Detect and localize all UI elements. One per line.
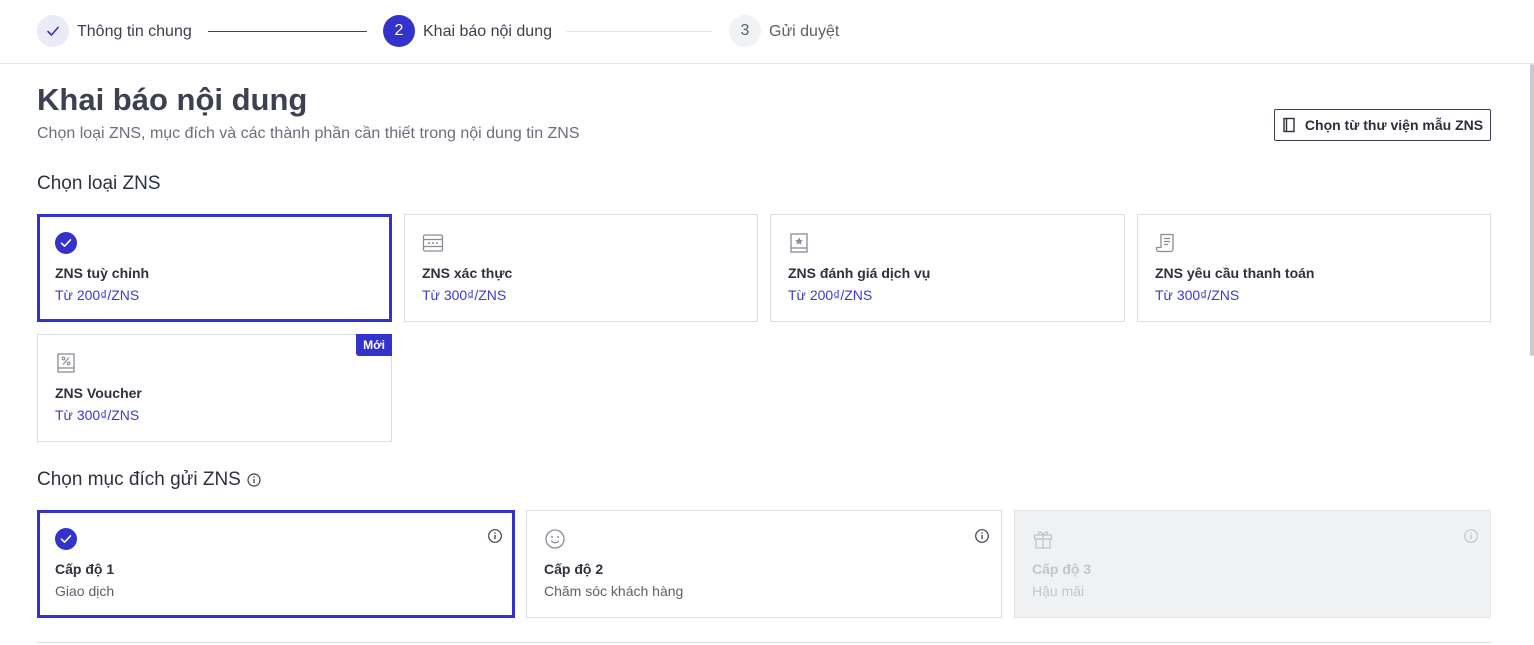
zns-type-section-title: Chọn loại ZNS bbox=[37, 173, 161, 194]
step-2-label[interactable]: Khai báo nội dung bbox=[423, 22, 552, 42]
info-icon[interactable] bbox=[974, 528, 990, 544]
purpose-section-title-text: Chọn mục đích gửi ZNS bbox=[37, 469, 241, 490]
card-subtitle: Giao dịch bbox=[55, 583, 115, 599]
card-price: Từ 200₫/ZNS bbox=[788, 287, 873, 303]
zns-type-card-rating[interactable]: ZNS đánh giá dịch vụ Từ 200₫/ZNS bbox=[770, 214, 1125, 322]
card-price: Từ 300₫/ZNS bbox=[1155, 287, 1240, 303]
zns-type-card-voucher[interactable]: ZNS Voucher Từ 300₫/ZNS Mới bbox=[37, 334, 392, 442]
section-divider bbox=[37, 642, 1491, 643]
info-icon[interactable] bbox=[487, 528, 503, 544]
smile-icon bbox=[545, 529, 565, 549]
card-title: ZNS tuỳ chỉnh bbox=[55, 265, 150, 281]
card-subtitle: Chăm sóc khách hàng bbox=[544, 583, 684, 599]
gift-icon bbox=[1033, 531, 1053, 549]
stepper: Thông tin chung 2 Khai báo nội dung 3 Gử… bbox=[0, 0, 1534, 64]
receipt-icon bbox=[1155, 233, 1174, 253]
voucher-icon bbox=[57, 353, 75, 373]
template-library-button-label: Chọn từ thư viện mẫu ZNS bbox=[1304, 117, 1484, 133]
card-title: Cấp độ 2 bbox=[544, 561, 604, 577]
step-2-number: 2 bbox=[394, 22, 404, 39]
vertical-scrollbar[interactable] bbox=[1530, 64, 1534, 356]
page-subtitle: Chọn loại ZNS, mục đích và các thành phầ… bbox=[37, 125, 580, 142]
zns-type-card-payment[interactable]: ZNS yêu cầu thanh toán Từ 300₫/ZNS bbox=[1137, 214, 1491, 322]
step-2-active-circle[interactable]: 2 bbox=[383, 15, 415, 47]
check-icon bbox=[55, 528, 77, 550]
star-rating-icon bbox=[790, 233, 808, 253]
page-title: Khai báo nội dung bbox=[37, 82, 308, 117]
check-icon bbox=[55, 232, 77, 254]
card-title: ZNS yêu cầu thanh toán bbox=[1155, 265, 1315, 281]
info-icon bbox=[1464, 529, 1478, 543]
card-title: ZNS Voucher bbox=[55, 385, 142, 401]
purpose-section-title: Chọn mục đích gửi ZNS bbox=[37, 468, 261, 492]
card-price: Từ 300₫/ZNS bbox=[55, 407, 140, 423]
template-library-button[interactable]: Chọn từ thư viện mẫu ZNS bbox=[1274, 109, 1491, 141]
card-title: Cấp độ 1 bbox=[55, 561, 115, 577]
purpose-card-level-1[interactable]: Cấp độ 1 Giao dịch bbox=[37, 510, 515, 618]
step-connector-1 bbox=[208, 31, 367, 32]
step-connector-2 bbox=[566, 31, 712, 32]
step-1-done-circle[interactable] bbox=[37, 15, 69, 47]
book-icon bbox=[1283, 117, 1295, 133]
purpose-card-level-3: Cấp độ 3 Hậu mãi bbox=[1014, 510, 1491, 618]
step-3-number: 3 bbox=[740, 22, 750, 39]
card-subtitle: Hậu mãi bbox=[1032, 583, 1085, 599]
step-1-label[interactable]: Thông tin chung bbox=[77, 22, 192, 42]
card-title: ZNS đánh giá dịch vụ bbox=[788, 265, 931, 281]
zns-type-card-custom[interactable]: ZNS tuỳ chỉnh Từ 200₫/ZNS bbox=[37, 214, 392, 322]
new-badge: Mới bbox=[356, 334, 392, 356]
card-price: Từ 300₫/ZNS bbox=[422, 287, 507, 303]
zns-type-card-otp[interactable]: ZNS xác thực Từ 300₫/ZNS bbox=[404, 214, 758, 322]
step-3-label[interactable]: Gửi duyệt bbox=[769, 22, 839, 42]
check-icon bbox=[47, 26, 59, 36]
card-price: Từ 200₫/ZNS bbox=[55, 287, 140, 303]
step-3-pending-circle[interactable]: 3 bbox=[729, 15, 761, 47]
card-title: Cấp độ 3 bbox=[1032, 561, 1092, 577]
purpose-card-level-2[interactable]: Cấp độ 2 Chăm sóc khách hàng bbox=[526, 510, 1002, 618]
card-title: ZNS xác thực bbox=[422, 265, 513, 281]
info-icon[interactable] bbox=[247, 473, 261, 487]
password-icon bbox=[422, 234, 444, 252]
